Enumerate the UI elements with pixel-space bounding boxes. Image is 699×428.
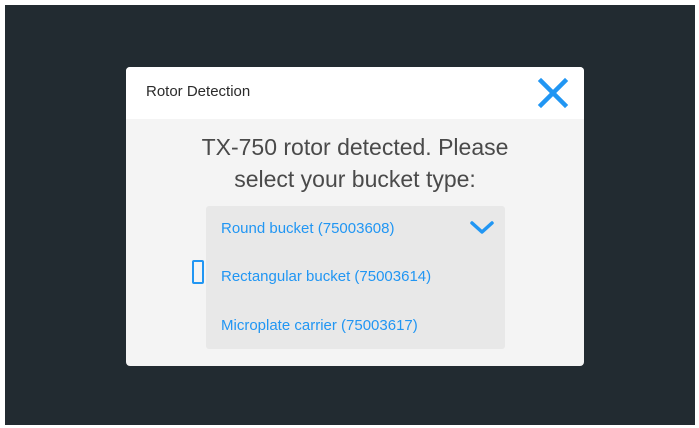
dialog-prompt: TX-750 rotor detected. Please select you… <box>126 131 584 195</box>
dropdown-option-round-bucket[interactable]: Round bucket (75003608) <box>221 220 394 237</box>
dialog-title: Rotor Detection <box>146 83 251 100</box>
dialog-header: Rotor Detection <box>126 67 584 119</box>
dropdown-option-rectangular-bucket[interactable]: Rectangular bucket (75003614) <box>221 268 431 285</box>
bucket-type-dropdown[interactable]: Round bucket (75003608) Rectangular buck… <box>206 206 505 349</box>
dropdown-toggle[interactable] <box>468 218 496 238</box>
close-button[interactable] <box>533 73 573 113</box>
close-icon <box>537 77 569 109</box>
remember-checkbox[interactable] <box>192 260 204 284</box>
dropdown-option-microplate-carrier[interactable]: Microplate carrier (75003617) <box>221 317 418 334</box>
prompt-line-1: TX-750 rotor detected. Please <box>201 134 509 160</box>
chevron-down-icon <box>470 221 494 234</box>
prompt-line-2: select your bucket type: <box>234 166 476 192</box>
app-screen: Rotor Detection TX-750 rotor detected. P… <box>5 5 695 425</box>
rotor-detection-dialog: Rotor Detection TX-750 rotor detected. P… <box>126 67 584 366</box>
